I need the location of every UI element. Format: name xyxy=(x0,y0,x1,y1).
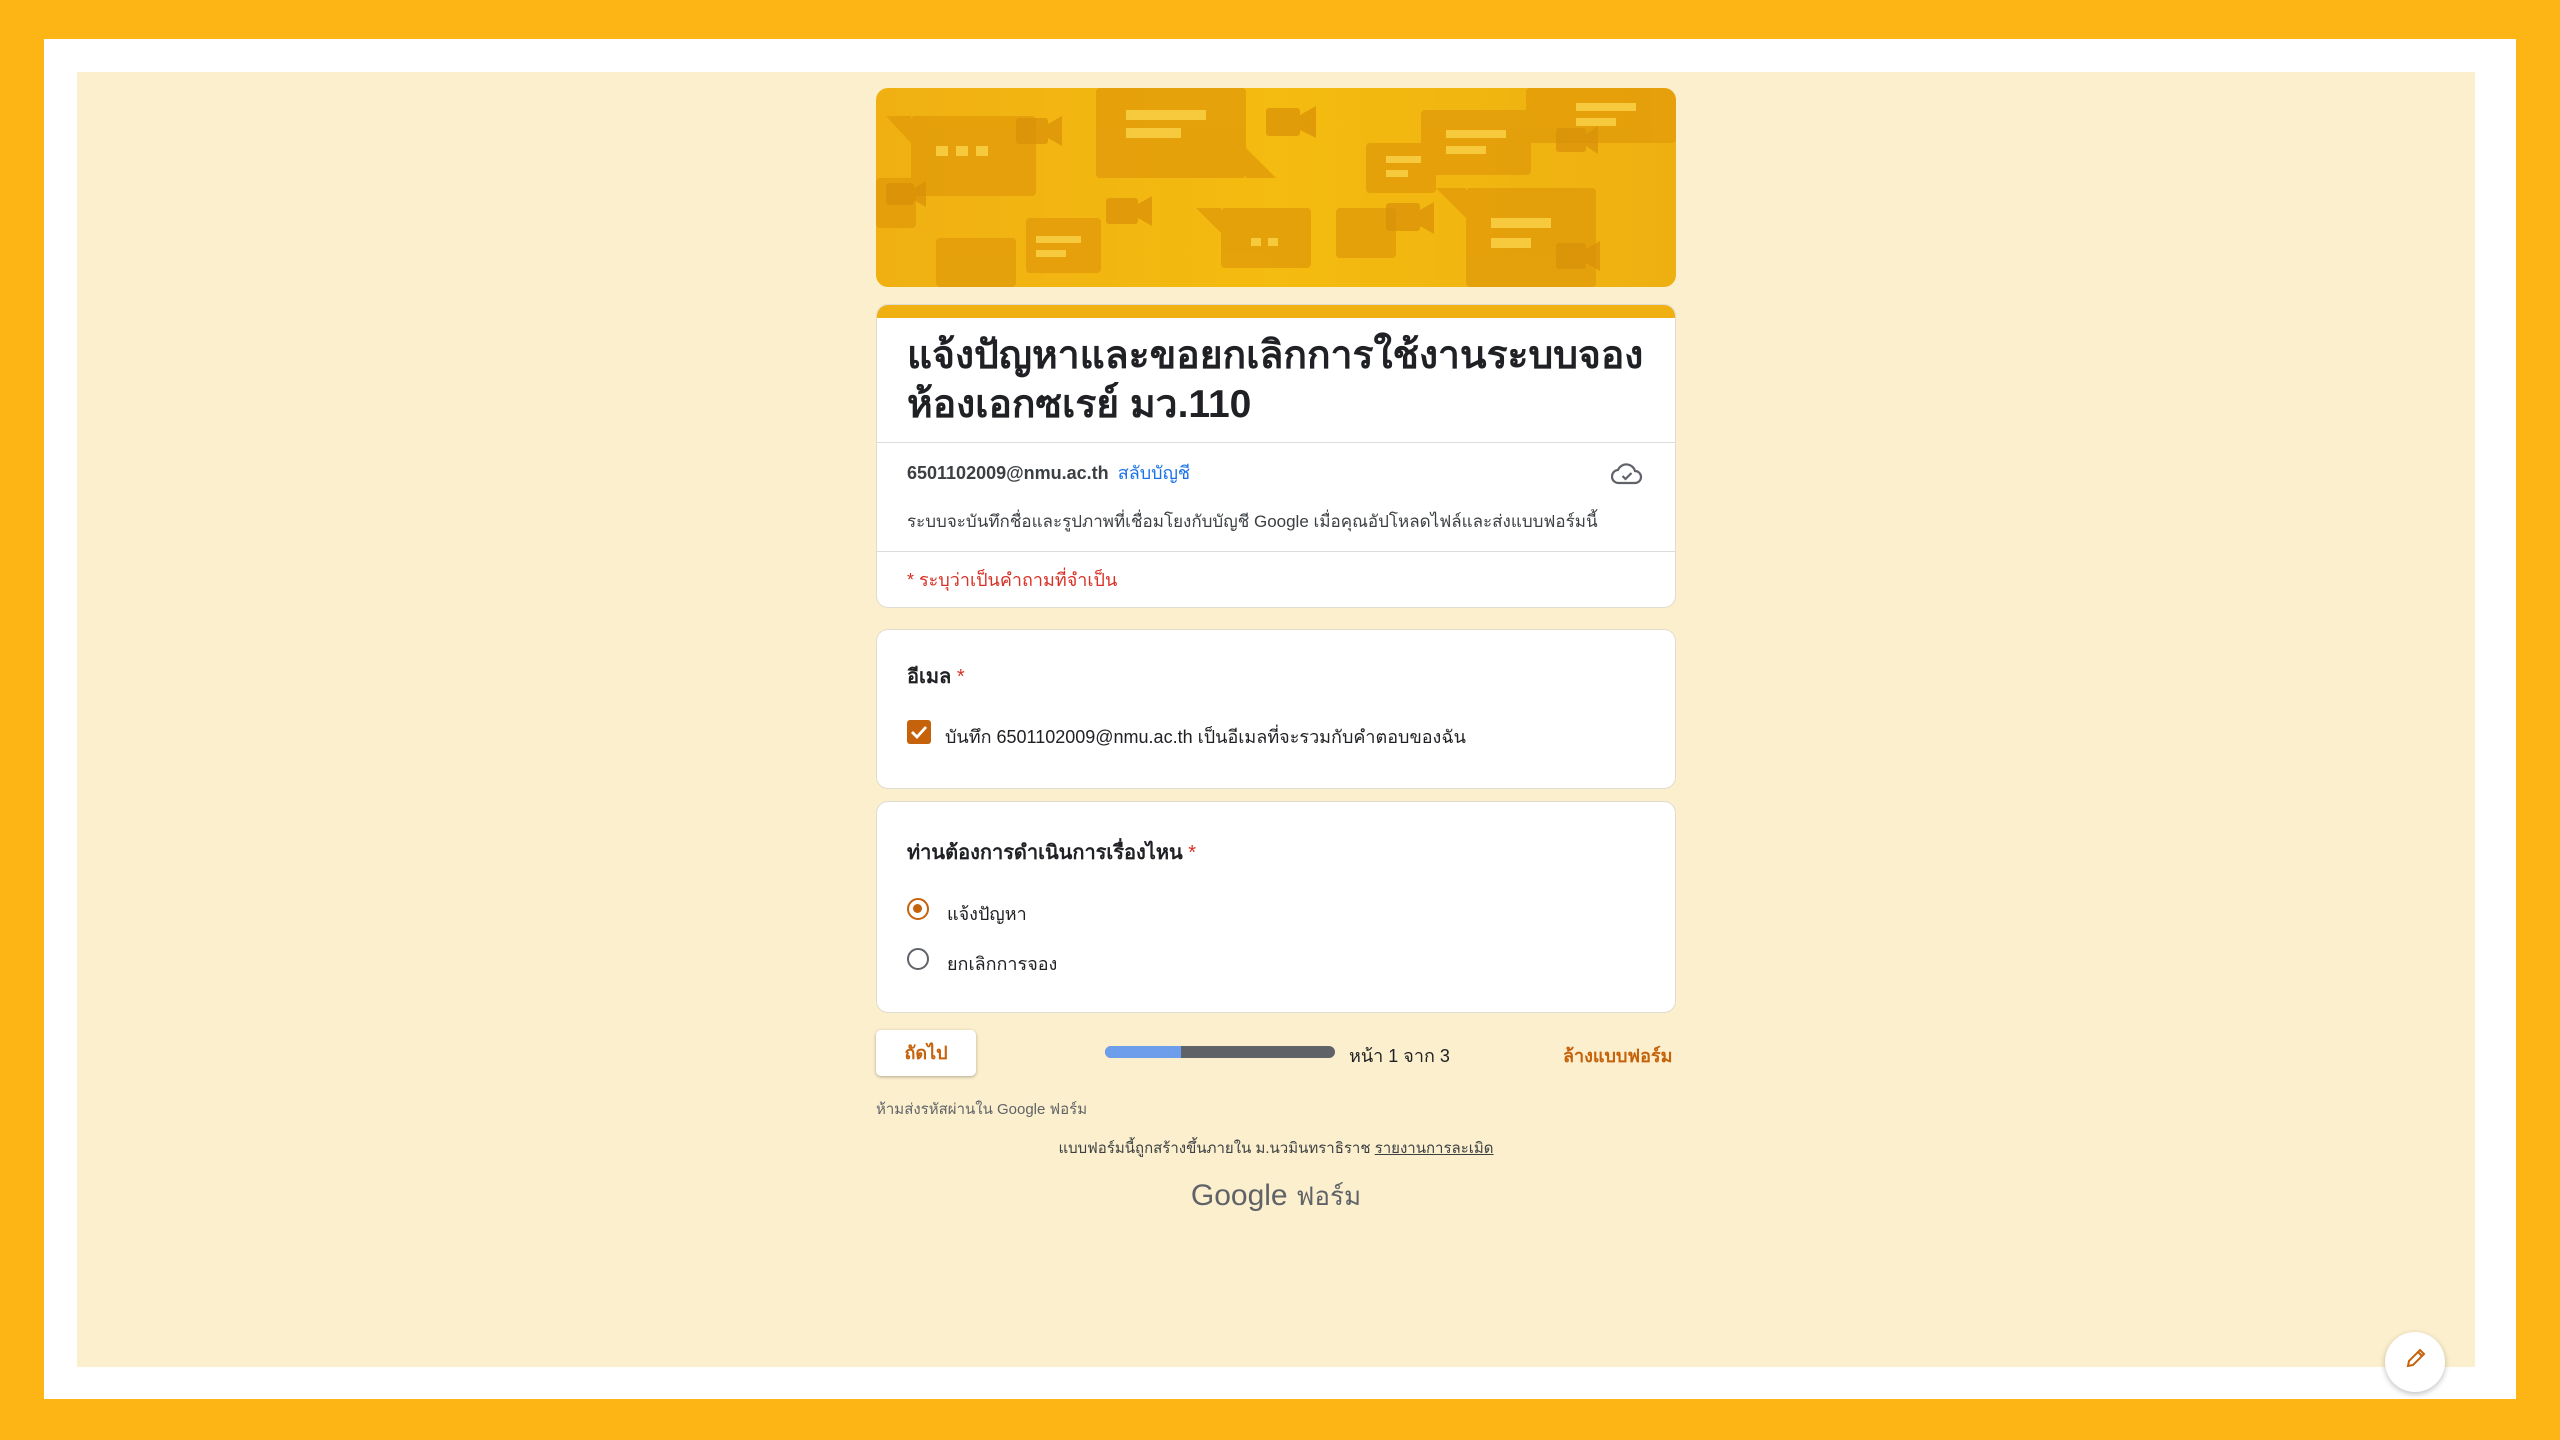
divider xyxy=(877,551,1675,552)
report-abuse-link[interactable]: รายงานการละเมิด xyxy=(1375,1140,1494,1157)
password-warning: ห้ามส่งรหัสผ่านใน Google ฟอร์ม xyxy=(876,1101,1088,1118)
account-email: 6501102009@nmu.ac.th xyxy=(907,463,1109,483)
required-mark: * xyxy=(1188,842,1197,864)
email-question-card: อีเมล * บันทึก 6501102009@nmu.ac.th เป็น… xyxy=(876,629,1676,789)
created-by-text: แบบฟอร์มนี้ถูกสร้างขึ้นภายใน ม.นวมินทราธ… xyxy=(1058,1140,1371,1157)
logo-google-word: Google xyxy=(1190,1179,1288,1212)
cloud-check-icon xyxy=(1610,461,1643,487)
edit-fab-button[interactable] xyxy=(2385,1332,2445,1392)
question-title: อีเมล * xyxy=(907,660,965,692)
account-row: 6501102009@nmu.ac.th สลับบัญชี xyxy=(907,458,1190,487)
radio-label: ยกเลิกการจอง xyxy=(947,954,1058,974)
question-label: อีเมล xyxy=(907,666,952,688)
pencil-icon xyxy=(2406,1348,2426,1368)
next-button[interactable]: ถัดไป xyxy=(876,1030,976,1076)
progress-fill xyxy=(1105,1046,1181,1058)
banner-illustration xyxy=(876,88,1676,287)
radio-label: แจ้งปัญหา xyxy=(947,904,1027,924)
clear-form-button[interactable]: ล้างแบบฟอร์ม xyxy=(1563,1041,1672,1070)
action-question-card: ท่านต้องการดำเนินการเรื่องไหน * แจ้งปัญห… xyxy=(876,801,1676,1013)
radio-button[interactable] xyxy=(907,898,929,920)
divider xyxy=(877,442,1675,443)
required-note: * ระบุว่าเป็นคำถามที่จำเป็น xyxy=(907,570,1118,590)
created-by-line: แบบฟอร์มนี้ถูกสร้างขึ้นภายใน ม.นวมินทราธ… xyxy=(876,1136,1676,1160)
page-indicator: หน้า 1 จาก 3 xyxy=(1349,1046,1450,1066)
save-notice: ระบบจะบันทึกชื่อและรูปภาพที่เชื่อมโยงกับ… xyxy=(907,512,1598,531)
form-title: แจ้งปัญหาและขอยกเลิกการใช้งานระบบจองห้อง… xyxy=(907,334,1644,426)
logo-forms-word: ฟอร์ม xyxy=(1295,1181,1362,1211)
google-forms-logo[interactable]: Google ฟอร์ม xyxy=(876,1176,1676,1217)
radio-button[interactable] xyxy=(907,948,929,970)
form-page: แจ้งปัญหาและขอยกเลิกการใช้งานระบบจองห้อง… xyxy=(77,72,2475,1367)
progress-bar xyxy=(1105,1046,1335,1058)
accent-bar xyxy=(877,305,1675,318)
header-banner xyxy=(876,88,1676,287)
question-label: ท่านต้องการดำเนินการเรื่องไหน xyxy=(907,842,1183,864)
record-email-checkbox[interactable] xyxy=(907,720,931,744)
switch-account-link[interactable]: สลับบัญชี xyxy=(1118,463,1190,483)
question-title: ท่านต้องการดำเนินการเรื่องไหน * xyxy=(907,836,1196,868)
checkbox-label: บันทึก 6501102009@nmu.ac.th เป็นอีเมลที่… xyxy=(945,727,1466,747)
checkmark-icon xyxy=(911,726,928,740)
required-mark: * xyxy=(956,666,965,688)
form-header-card: แจ้งปัญหาและขอยกเลิกการใช้งานระบบจองห้อง… xyxy=(876,304,1676,608)
